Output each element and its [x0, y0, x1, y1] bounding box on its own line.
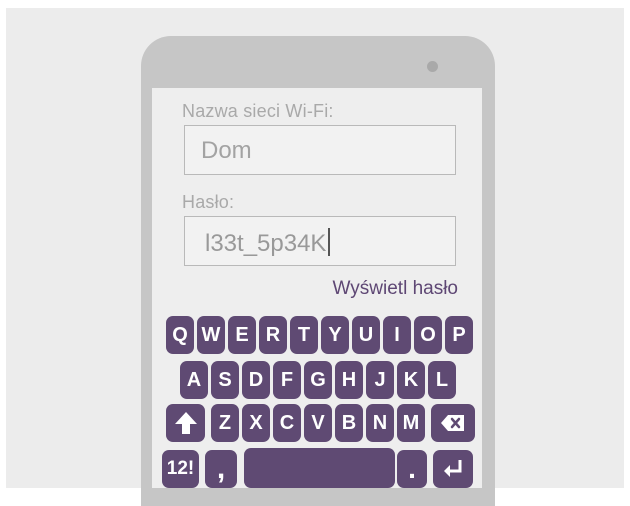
password-value-wrap: l33t_5p34K — [205, 228, 331, 258]
key-w[interactable]: W — [197, 316, 225, 354]
backspace-key[interactable] — [431, 404, 475, 442]
key-n[interactable]: N — [366, 404, 394, 442]
space-key[interactable] — [244, 448, 395, 488]
key-p[interactable]: P — [445, 316, 473, 354]
key-y[interactable]: Y — [321, 316, 349, 354]
camera-icon — [427, 61, 438, 72]
key-k[interactable]: K — [397, 361, 425, 399]
key-u[interactable]: U — [352, 316, 380, 354]
key-j[interactable]: J — [366, 361, 394, 399]
password-label: Hasło: — [182, 192, 235, 212]
key-f[interactable]: F — [273, 361, 301, 399]
key-i[interactable]: I — [383, 316, 411, 354]
key-g[interactable]: G — [304, 361, 332, 399]
text-caret — [328, 228, 331, 256]
key-q[interactable]: Q — [166, 316, 194, 354]
key-r[interactable]: R — [259, 316, 287, 354]
period-key[interactable]: . — [397, 450, 427, 488]
key-e[interactable]: E — [228, 316, 256, 354]
enter-return-icon — [441, 458, 465, 480]
key-l[interactable]: L — [428, 361, 456, 399]
key-t[interactable]: T — [290, 316, 318, 354]
shift-key[interactable] — [166, 404, 205, 442]
ssid-label: Nazwa sieci Wi-Fi: — [182, 101, 334, 121]
key-h[interactable]: H — [335, 361, 363, 399]
enter-key[interactable] — [433, 450, 473, 488]
show-password-link[interactable]: Wyświetl hasło — [333, 278, 458, 300]
ssid-field[interactable]: Dom — [184, 125, 456, 175]
password-field[interactable]: l33t_5p34K — [184, 216, 456, 266]
ssid-value: Dom — [201, 137, 252, 164]
key-s[interactable]: S — [211, 361, 239, 399]
key-m[interactable]: M — [397, 404, 425, 442]
key-a[interactable]: A — [180, 361, 208, 399]
phone-screen: Nazwa sieci Wi-Fi: Dom Hasło: l33t_5p34K… — [152, 88, 482, 488]
key-z[interactable]: Z — [211, 404, 239, 442]
key-x[interactable]: X — [242, 404, 270, 442]
numbers-key[interactable]: 12! — [162, 450, 199, 488]
backspace-icon — [440, 414, 466, 432]
key-o[interactable]: O — [414, 316, 442, 354]
key-c[interactable]: C — [273, 404, 301, 442]
key-b[interactable]: B — [335, 404, 363, 442]
comma-key[interactable]: , — [205, 450, 237, 488]
shift-arrow-icon — [174, 410, 198, 436]
password-value: l33t_5p34K — [205, 230, 327, 257]
key-v[interactable]: V — [304, 404, 332, 442]
key-d[interactable]: D — [242, 361, 270, 399]
